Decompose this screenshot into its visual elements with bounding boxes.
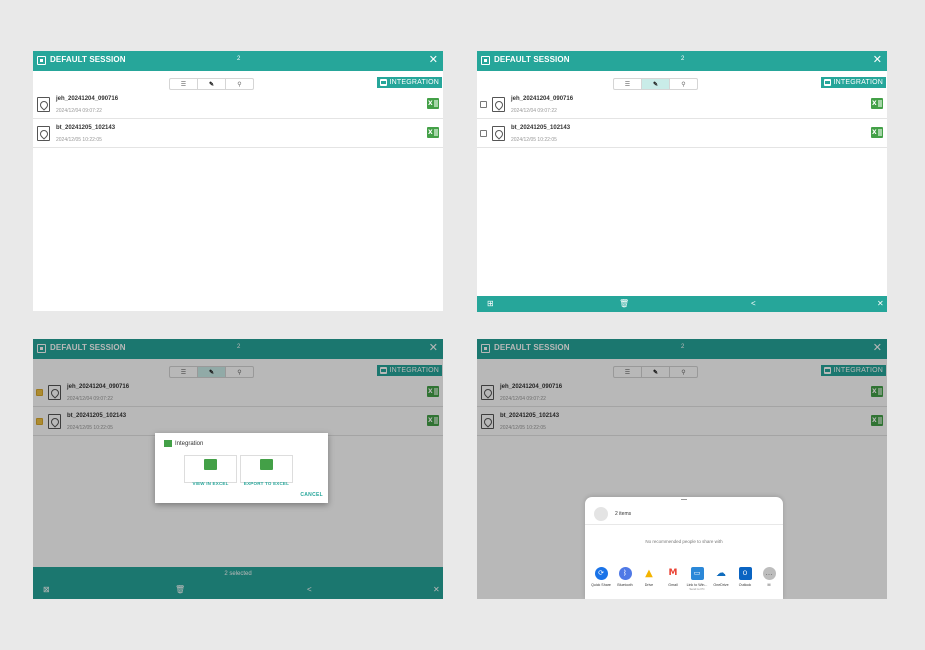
file-date: 2024/12/05 10:22:05 [511, 137, 557, 143]
file-row[interactable]: bt_20241205_102143 2024/12/05 10:22:05 [33, 120, 443, 148]
drag-handle[interactable] [681, 499, 687, 500]
export-to-excel-label: EXPORT TO EXCEL [243, 481, 290, 486]
excel-icon[interactable] [427, 98, 439, 109]
pdf-icon [37, 126, 50, 141]
integration-button[interactable]: INTEGRATION [821, 77, 886, 88]
excel-icon [164, 440, 172, 447]
quick-share-icon: ⟳ [594, 567, 608, 580]
delete-icon[interactable]: 🗑 [619, 299, 629, 308]
share-target-onedrive[interactable]: ☁ OneDrive [709, 567, 733, 587]
session-icon [37, 56, 46, 65]
export-to-excel-button[interactable]: EXPORT TO EXCEL [240, 455, 293, 486]
gmail-icon: M [666, 567, 680, 580]
file-name: jeh_20241204_090716 [511, 96, 574, 102]
toolbar: ☰ ✎ ⚲ [169, 78, 254, 90]
share-target-drive[interactable]: ▲ Drive [637, 567, 661, 587]
edit-icon[interactable]: ✎ [642, 79, 670, 89]
file-name: jeh_20241204_090716 [56, 96, 119, 102]
file-row[interactable]: bt_20241205_102143 2024/12/05 10:22:05 [477, 120, 887, 148]
integration-label: INTEGRATION [833, 79, 883, 86]
close-selection-icon[interactable]: ✕ [877, 299, 884, 308]
close-icon[interactable]: ✕ [429, 53, 438, 67]
share-header: 2 items [585, 503, 783, 525]
select-all-icon[interactable]: ⊞ [487, 299, 494, 308]
drive-icon: ▲ [642, 567, 656, 580]
cancel-button[interactable]: CANCEL [300, 492, 323, 498]
dialog-title: Integration [164, 440, 203, 447]
action-bar: ⊞ 🗑 < ✕ [477, 296, 887, 312]
file-date: 2024/12/04 09:07:22 [56, 108, 102, 114]
share-items-count: 2 items [615, 511, 632, 517]
search-icon[interactable]: ⚲ [670, 79, 697, 89]
toolbar: ☰ ✎ ⚲ [613, 78, 698, 90]
file-row[interactable]: jeh_20241204_090716 2024/12/04 09:07:22 [33, 91, 443, 119]
excel-export-icon [260, 459, 273, 470]
sort-icon[interactable]: ☰ [614, 79, 642, 89]
no-people-message: No recommended people to share with [645, 539, 723, 544]
panel-file-list: DEFAULT SESSION 2 ✕ ☰ ✎ ⚲ INTEGRATION je… [33, 51, 443, 311]
view-in-excel-label: VIEW IN EXCEL [192, 481, 229, 486]
row-checkbox[interactable] [480, 101, 487, 108]
file-count: 2 [237, 56, 241, 62]
integration-label: INTEGRATION [389, 79, 439, 86]
pdf-icon [492, 97, 505, 112]
title-bar: DEFAULT SESSION 2 ✕ [33, 51, 443, 71]
excel-icon[interactable] [427, 127, 439, 138]
onedrive-icon: ☁ [714, 567, 728, 580]
link-to-windows-icon: ▭ [690, 567, 704, 580]
excel-icon[interactable] [871, 98, 883, 109]
file-date: 2024/12/05 10:22:05 [56, 137, 102, 143]
session-title: DEFAULT SESSION [50, 55, 126, 64]
file-row[interactable]: jeh_20241204_090716 2024/12/04 09:07:22 [477, 91, 887, 119]
sort-icon[interactable]: ☰ [170, 79, 198, 89]
integration-dialog: Integration VIEW IN EXCEL EXPORT TO EXCE… [155, 433, 328, 503]
integration-button[interactable]: INTEGRATION [377, 77, 442, 88]
file-name: bt_20241205_102143 [56, 125, 116, 131]
session-title: DEFAULT SESSION [494, 55, 570, 64]
panel-edit-mode: DEFAULT SESSION 2 ✕ ☰ ✎ ⚲ INTEGRATION je… [477, 51, 887, 312]
outlook-icon: O [738, 567, 752, 580]
share-target-quick-share[interactable]: ⟳ Quick Share [589, 567, 613, 587]
share-sheet: 2 items No recommended people to share w… [585, 497, 783, 599]
view-in-excel-button[interactable]: VIEW IN EXCEL [184, 455, 237, 486]
panel-share-sheet: DEFAULT SESSION 2 ✕ ☰ ✎ ⚲ INTEGRATION je… [477, 339, 887, 599]
share-icon[interactable]: < [751, 299, 756, 308]
search-icon[interactable]: ⚲ [226, 79, 253, 89]
excel-icon [380, 79, 388, 86]
share-target-link-to-windows[interactable]: ▭ Link to Win... Send to PC [685, 567, 709, 591]
excel-icon [824, 79, 832, 86]
title-bar: DEFAULT SESSION 2 ✕ [477, 51, 887, 71]
session-icon [481, 56, 490, 65]
share-target-more[interactable]: … M [757, 567, 781, 587]
bluetooth-icon: ᛒ [618, 567, 632, 580]
more-icon: … [762, 567, 776, 580]
file-date: 2024/12/04 09:07:22 [511, 108, 557, 114]
excel-icon[interactable] [871, 127, 883, 138]
share-target-outlook[interactable]: O Outlook [733, 567, 757, 587]
file-count: 2 [681, 56, 685, 62]
share-targets: ⟳ Quick Share ᛒ Bluetooth ▲ Drive M Gmai… [589, 567, 784, 597]
pdf-icon [492, 126, 505, 141]
excel-view-icon [204, 459, 217, 470]
panel-integration-dialog: DEFAULT SESSION 2 ✕ ☰ ✎ ⚲ INTEGRATION je… [33, 339, 443, 599]
edit-icon[interactable]: ✎ [198, 79, 226, 89]
share-target-gmail[interactable]: M Gmail [661, 567, 685, 587]
pdf-icon [37, 97, 50, 112]
close-icon[interactable]: ✕ [873, 53, 882, 67]
file-name: bt_20241205_102143 [511, 125, 571, 131]
row-checkbox[interactable] [480, 130, 487, 137]
file-thumbnail [594, 507, 608, 521]
share-target-bluetooth[interactable]: ᛒ Bluetooth [613, 567, 637, 587]
